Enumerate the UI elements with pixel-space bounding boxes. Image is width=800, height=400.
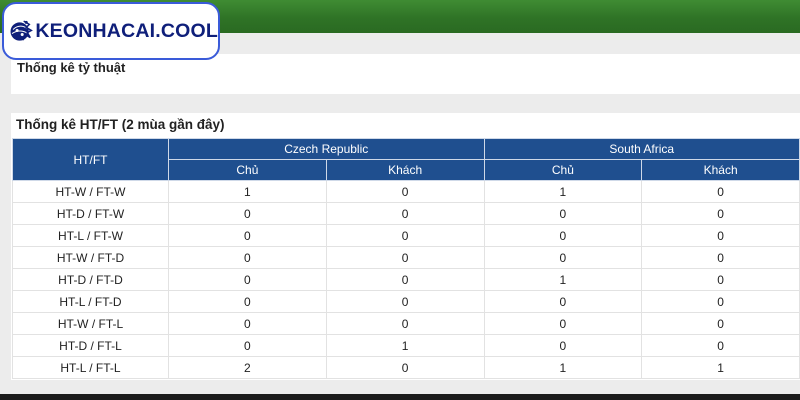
table-cell: 0: [168, 268, 327, 291]
table-cell: 0: [168, 334, 327, 357]
team-header-czech-republic: Czech Republic: [168, 138, 485, 160]
table-cell: 1: [641, 356, 800, 379]
row-label: HT-D / FT-L: [12, 334, 169, 357]
row-label: HT-L / FT-W: [12, 224, 169, 247]
row-label: HT-W / FT-W: [12, 180, 169, 203]
table-row: HT-W / FT-L 0 0 0 0: [12, 312, 800, 335]
table-cell: 1: [483, 268, 643, 291]
brand-name: KEONHACAI.COOL: [35, 19, 218, 42]
row-label: HT-D / FT-D: [12, 268, 169, 291]
table-cell: 0: [483, 290, 643, 313]
table-cell: 0: [641, 202, 800, 225]
table-cell: 1: [325, 334, 485, 357]
sub-header-home: Chủ: [483, 159, 643, 181]
table-cell: 1: [168, 180, 327, 203]
tech-stats-title: Thống kê tỷ thuật: [17, 60, 126, 75]
table-cell: 0: [325, 202, 485, 225]
table-cell: 0: [325, 356, 485, 379]
table-cell: 0: [641, 246, 800, 269]
table-cell: 0: [325, 268, 485, 291]
table-cell: 0: [325, 312, 485, 335]
sub-header-home: Chủ: [168, 159, 327, 181]
site-logo[interactable]: KEONHACAI.COOL: [2, 2, 220, 60]
table-row: HT-W / FT-D 0 0 0 0: [12, 246, 800, 269]
sub-header-away: Khách: [641, 159, 800, 181]
table-cell: 0: [168, 246, 327, 269]
table-cell: 0: [641, 334, 800, 357]
table-cell: 2: [168, 356, 327, 379]
table-cell: 0: [168, 202, 327, 225]
table-cell: 0: [168, 224, 327, 247]
table-cell: 0: [483, 312, 643, 335]
row-label: HT-W / FT-L: [12, 312, 169, 335]
table-cell: 0: [168, 290, 327, 313]
table-row: HT-L / FT-W 0 0 0 0: [12, 224, 800, 247]
table-cell: 0: [168, 312, 327, 335]
htft-stats-title: Thống kê HT/FT (2 mùa gần đây): [16, 117, 225, 132]
htft-table: HT/FT Czech Republic South Africa Chủ Kh…: [12, 138, 800, 379]
soccer-ball-logo-icon: [10, 20, 33, 41]
row-label: HT-L / FT-D: [12, 290, 169, 313]
htft-stats-panel: Thống kê HT/FT (2 mùa gần đây) HT/FT Cze…: [11, 113, 800, 380]
table-row: HT-L / FT-L 2 0 1 1: [12, 356, 800, 379]
row-label: HT-W / FT-D: [12, 246, 169, 269]
htft-column-header: HT/FT: [12, 138, 169, 181]
sub-header-away: Khách: [325, 159, 485, 181]
table-cell: 0: [483, 246, 643, 269]
table-cell: 0: [641, 268, 800, 291]
table-cell: 0: [483, 224, 643, 247]
row-label: HT-L / FT-L: [12, 356, 169, 379]
table-cell: 0: [483, 202, 643, 225]
table-cell: 0: [483, 334, 643, 357]
table-row: HT-L / FT-D 0 0 0 0: [12, 290, 800, 313]
table-cell: 0: [641, 180, 800, 203]
table-row: HT-D / FT-D 0 0 1 0: [12, 268, 800, 291]
team-header-south-africa: South Africa: [483, 138, 800, 160]
table-row: HT-W / FT-W 1 0 1 0: [12, 180, 800, 203]
table-cell: 0: [641, 224, 800, 247]
table-cell: 0: [325, 290, 485, 313]
tech-stats-panel: Thống kê tỷ thuật: [11, 54, 800, 94]
table-cell: 1: [483, 356, 643, 379]
table-cell: 0: [325, 246, 485, 269]
table-cell: 0: [641, 312, 800, 335]
table-cell: 1: [483, 180, 643, 203]
table-row: HT-D / FT-L 0 1 0 0: [12, 334, 800, 357]
table-row: HT-D / FT-W 0 0 0 0: [12, 202, 800, 225]
table-cell: 0: [325, 180, 485, 203]
bottom-bar: [0, 394, 800, 400]
table-cell: 0: [325, 224, 485, 247]
table-cell: 0: [641, 290, 800, 313]
row-label: HT-D / FT-W: [12, 202, 169, 225]
